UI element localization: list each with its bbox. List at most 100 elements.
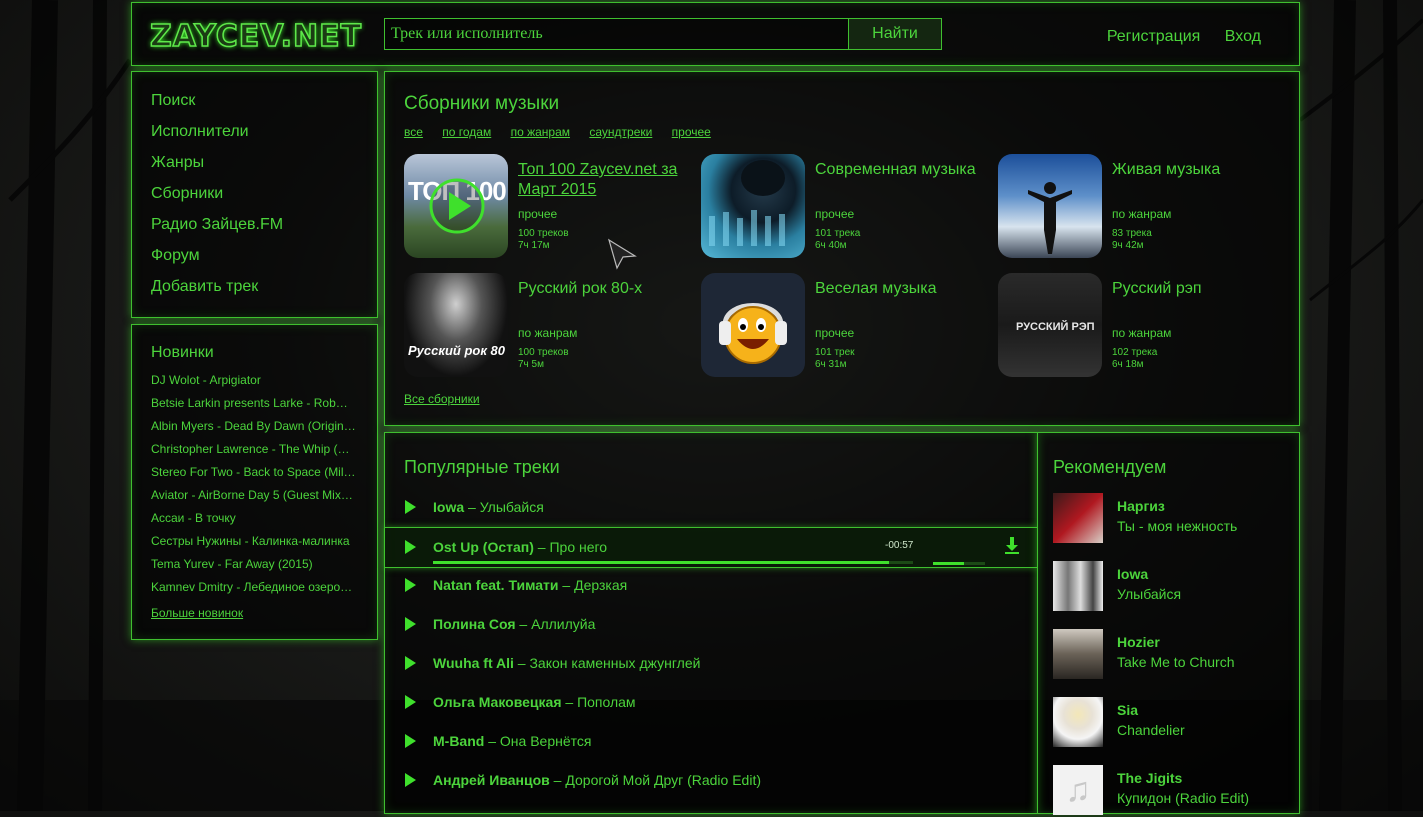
- recommended-item[interactable]: Iowa Улыбайся: [1053, 561, 1293, 613]
- nav-item-radio[interactable]: Радио Зайцев.FM: [151, 216, 283, 233]
- recommended-item[interactable]: Наргиз Ты - моя нежность: [1053, 493, 1293, 545]
- recommended-artist[interactable]: Sia: [1117, 702, 1138, 718]
- collection-card[interactable]: Веселая музыка прочее 101 трек 6ч 31м: [701, 273, 991, 377]
- recommended-artist[interactable]: Iowa: [1117, 566, 1148, 582]
- play-icon[interactable]: [405, 540, 416, 554]
- recommended-song[interactable]: Chandelier: [1117, 722, 1185, 738]
- collection-cover[interactable]: РУССКИЙ РЭП: [998, 273, 1102, 377]
- collection-cover[interactable]: [701, 273, 805, 377]
- track-artist[interactable]: M-Band: [433, 733, 484, 749]
- nav-item-artists[interactable]: Исполнители: [151, 123, 249, 140]
- track-title[interactable]: Про него: [549, 539, 607, 555]
- track-artist[interactable]: Natan feat. Тимати: [433, 577, 559, 593]
- play-icon[interactable]: [405, 695, 416, 709]
- track-artist[interactable]: Полина Соя: [433, 616, 516, 632]
- recommended-artist[interactable]: The Jigits: [1117, 770, 1182, 786]
- search-input[interactable]: [385, 19, 845, 49]
- collection-cover[interactable]: [998, 154, 1102, 258]
- play-icon[interactable]: [405, 773, 416, 787]
- more-new-tracks-link[interactable]: Больше новинок: [151, 606, 243, 620]
- register-link[interactable]: Регистрация: [1107, 28, 1201, 45]
- new-track-item[interactable]: Albin Myers - Dead By Dawn (Origin…: [151, 419, 361, 442]
- collection-cover[interactable]: ТОП 100: [404, 154, 508, 258]
- play-icon[interactable]: [405, 617, 416, 631]
- track-artist[interactable]: Ольга Маковецкая: [433, 694, 561, 710]
- collection-title[interactable]: Топ 100 Zaycev.net за Март 2015: [518, 160, 688, 200]
- filter-other[interactable]: прочее: [672, 125, 711, 139]
- new-track-item[interactable]: Ассаи - В точку: [151, 511, 361, 534]
- track-row[interactable]: Natan feat. Тимати – Дерзкая: [385, 566, 1037, 605]
- collection-title[interactable]: Русский рэп: [1112, 279, 1282, 299]
- track-row[interactable]: Wuuha ft Ali – Закон каменных джунглей: [385, 644, 1037, 683]
- search-button[interactable]: Найти: [848, 19, 941, 49]
- track-artist[interactable]: Wuuha ft Ali: [433, 655, 514, 671]
- track-row[interactable]: Андрей Иванцов – Дорогой Мой Друг (Radio…: [385, 761, 1037, 800]
- volume-slider[interactable]: [933, 562, 985, 565]
- track-title[interactable]: Дерзкая: [574, 577, 627, 593]
- collection-card[interactable]: Современная музыка прочее 101 трека 6ч 4…: [701, 154, 991, 258]
- play-icon[interactable]: [405, 578, 416, 592]
- track-title[interactable]: Закон каменных джунглей: [529, 655, 700, 671]
- new-track-item[interactable]: Christopher Lawrence - The Whip (…: [151, 442, 361, 465]
- collection-title[interactable]: Русский рок 80-х: [518, 279, 688, 299]
- recommended-item[interactable]: ♫ The Jigits Купидон (Radio Edit): [1053, 765, 1293, 817]
- new-track-item[interactable]: Tema Yurev - Far Away (2015): [151, 557, 361, 580]
- artist-photo[interactable]: [1053, 629, 1103, 679]
- recommended-song[interactable]: Ты - моя нежность: [1117, 518, 1237, 534]
- play-icon[interactable]: [405, 500, 416, 514]
- collection-card[interactable]: Живая музыка по жанрам 83 трека 9ч 42м: [998, 154, 1288, 258]
- nav-item-search[interactable]: Поиск: [151, 92, 195, 109]
- filter-all[interactable]: все: [404, 125, 423, 139]
- new-track-item[interactable]: Kamnev Dmitry - Лебединое озеро…: [151, 580, 361, 603]
- all-collections-link[interactable]: Все сборники: [404, 392, 480, 406]
- track-artist[interactable]: Андрей Иванцов: [433, 772, 550, 788]
- music-note-placeholder[interactable]: ♫: [1053, 765, 1103, 815]
- artist-photo[interactable]: [1053, 561, 1103, 611]
- track-row-playing[interactable]: Ost Up (Остап) – Про него -00:57: [385, 527, 1037, 568]
- track-row[interactable]: Ольга Маковецкая – Пополам: [385, 683, 1037, 722]
- nav-item-forum[interactable]: Форум: [151, 247, 200, 264]
- collection-cover[interactable]: [701, 154, 805, 258]
- new-track-item[interactable]: DJ Wolot - Arpigiator: [151, 373, 361, 396]
- recommended-item[interactable]: Hozier Take Me to Church: [1053, 629, 1293, 681]
- collection-title[interactable]: Живая музыка: [1112, 160, 1282, 180]
- collection-card[interactable]: РУССКИЙ РЭП Русский рэп по жанрам 102 тр…: [998, 273, 1288, 377]
- track-title[interactable]: Улыбайся: [480, 499, 544, 515]
- track-artist[interactable]: Iowa: [433, 499, 464, 515]
- recommended-item[interactable]: Sia Chandelier: [1053, 697, 1293, 749]
- track-title[interactable]: Она Вернётся: [500, 733, 592, 749]
- track-row[interactable]: Полина Соя – Аллилуйа: [385, 605, 1037, 644]
- collection-card[interactable]: Русский рок 80 Русский рок 80-х по жанра…: [404, 273, 694, 377]
- nav-item-genres[interactable]: Жанры: [151, 154, 204, 171]
- track-artist[interactable]: Ost Up (Остап): [433, 539, 534, 555]
- track-title[interactable]: Дорогой Мой Друг (Radio Edit): [565, 772, 761, 788]
- track-title[interactable]: Пополам: [577, 694, 636, 710]
- play-icon[interactable]: [405, 656, 416, 670]
- artist-photo[interactable]: [1053, 493, 1103, 543]
- track-title[interactable]: Аллилуйа: [531, 616, 595, 632]
- new-track-item[interactable]: Betsie Larkin presents Larke - Rob…: [151, 396, 361, 419]
- recommended-song[interactable]: Улыбайся: [1117, 586, 1181, 602]
- track-progress-bar[interactable]: [433, 561, 913, 564]
- collection-cover[interactable]: Русский рок 80: [404, 273, 508, 377]
- track-row[interactable]: Iowa – Улыбайся: [385, 488, 1037, 527]
- play-icon[interactable]: [405, 734, 416, 748]
- recommended-artist[interactable]: Наргиз: [1117, 498, 1165, 514]
- filter-by-year[interactable]: по годам: [442, 125, 491, 139]
- recommended-song[interactable]: Купидон (Radio Edit): [1117, 790, 1249, 806]
- collection-title[interactable]: Современная музыка: [815, 160, 985, 180]
- login-link[interactable]: Вход: [1225, 28, 1261, 45]
- recommended-song[interactable]: Take Me to Church: [1117, 654, 1235, 670]
- filter-by-genre[interactable]: по жанрам: [511, 125, 570, 139]
- site-logo[interactable]: ZAYCEV.NET: [149, 18, 362, 55]
- nav-item-add-track[interactable]: Добавить трек: [151, 278, 258, 295]
- new-track-item[interactable]: Сестры Нужины - Калинка-малинка: [151, 534, 361, 557]
- play-icon[interactable]: [429, 176, 485, 236]
- download-icon[interactable]: [1005, 537, 1019, 555]
- nav-item-collections[interactable]: Сборники: [151, 185, 223, 202]
- collection-title[interactable]: Веселая музыка: [815, 279, 985, 299]
- collection-card[interactable]: ТОП 100 Топ 100 Zaycev.net за Март 2015 …: [404, 154, 694, 258]
- filter-soundtracks[interactable]: саундтреки: [589, 125, 652, 139]
- new-track-item[interactable]: Aviator - AirBorne Day 5 (Guest Mix…: [151, 488, 361, 511]
- recommended-artist[interactable]: Hozier: [1117, 634, 1160, 650]
